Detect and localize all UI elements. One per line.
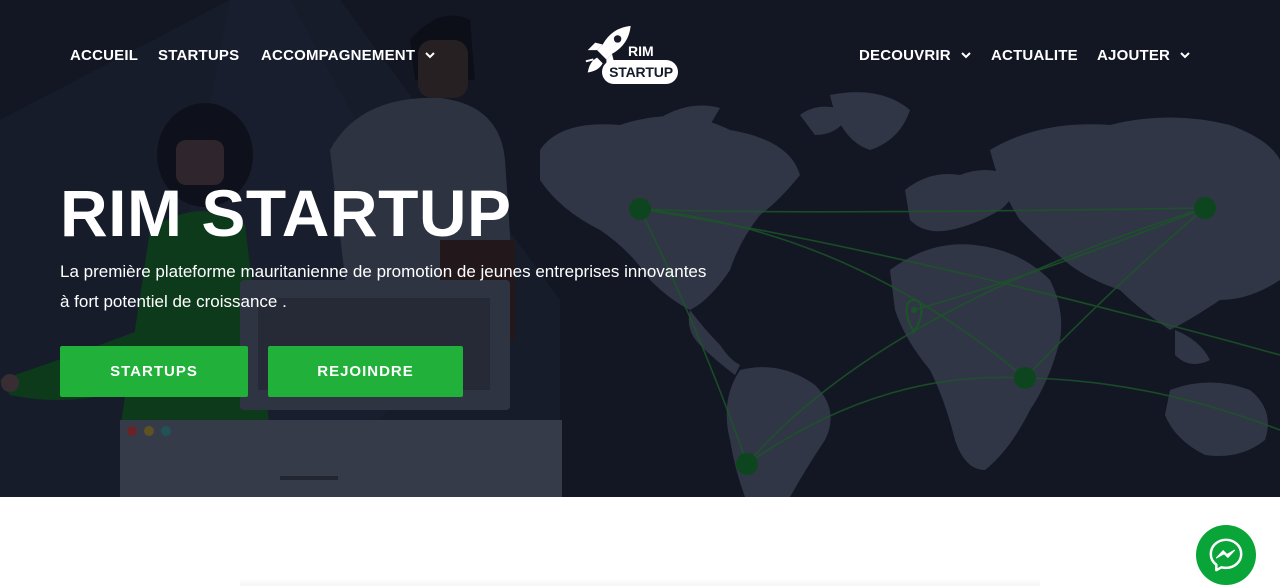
nav-startups[interactable]: STARTUPS	[158, 44, 239, 66]
nav-accompagnement[interactable]: ACCOMPAGNEMENT	[261, 44, 436, 66]
nav-actualite[interactable]: ACTUALITE	[991, 44, 1078, 66]
nav-decouvrir-label: DECOUVRIR	[859, 46, 951, 64]
rejoindre-button-label: REJOINDRE	[317, 363, 414, 380]
content-card-shadow	[240, 578, 1040, 586]
messenger-icon	[1209, 538, 1243, 572]
nav-decouvrir[interactable]: DECOUVRIR	[859, 44, 972, 66]
chevron-down-icon	[961, 52, 971, 59]
site-logo[interactable]: RIM STARTUP	[584, 24, 680, 86]
nav-startups-label: STARTUPS	[158, 46, 240, 64]
startups-button[interactable]: STARTUPS	[60, 346, 248, 397]
startups-button-label: STARTUPS	[110, 363, 198, 380]
nav-accueil[interactable]: ACCUEIL	[70, 44, 138, 66]
nav-ajouter[interactable]: AJOUTER	[1097, 44, 1191, 66]
chevron-down-icon	[425, 52, 435, 59]
messenger-chat-button[interactable]	[1196, 525, 1256, 585]
nav-ajouter-label: AJOUTER	[1097, 46, 1171, 64]
nav-accueil-label: ACCUEIL	[70, 46, 139, 64]
chevron-down-icon	[1180, 52, 1190, 59]
nav-accompagnement-label: ACCOMPAGNEMENT	[261, 46, 416, 64]
hero-title: RIM STARTUP	[60, 176, 512, 250]
logo-text-startup: STARTUP	[609, 64, 673, 80]
rejoindre-button[interactable]: REJOINDRE	[268, 346, 463, 397]
logo-text-rim: RIM	[628, 43, 654, 59]
nav-actualite-label: ACTUALITE	[991, 46, 1078, 64]
hero-section: ACCUEIL STARTUPS ACCOMPAGNEMENT RIM STAR…	[0, 0, 1280, 497]
hero-subtitle: La première plateforme mauritanienne de …	[60, 262, 707, 311]
